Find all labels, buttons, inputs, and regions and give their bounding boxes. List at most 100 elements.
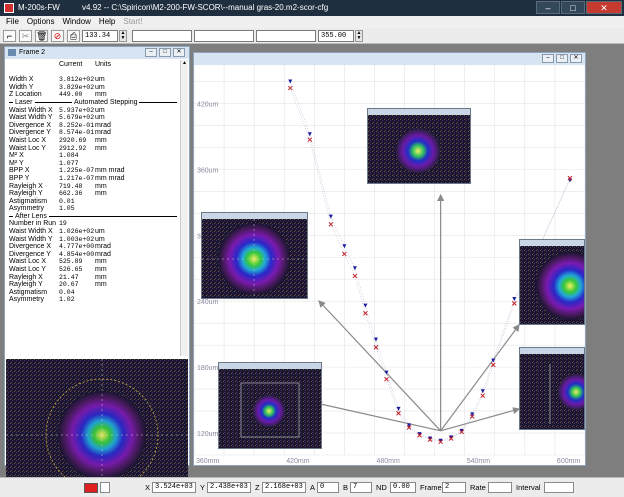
result-value: 21.47 <box>59 273 79 281</box>
result-label: Waist Loc X <box>9 136 47 144</box>
result-row: Divergence X 8.252e-01 mrad <box>9 122 179 130</box>
cut-icon[interactable]: ✂ <box>19 30 32 42</box>
result-label: Divergence Y <box>9 250 51 258</box>
result-label: Asymmetry <box>9 296 44 304</box>
plot-maximize-button[interactable]: □ <box>556 54 568 63</box>
result-unit: mrad <box>95 121 111 129</box>
empty-field-1[interactable] <box>132 30 192 42</box>
result-value: 1.084 <box>59 152 79 160</box>
result-value: 19 <box>59 220 67 228</box>
result-unit: mrad <box>95 250 111 258</box>
result-unit <box>95 205 139 213</box>
frame2-close-button[interactable]: ✕ <box>173 48 185 57</box>
thumbnail-frame-left <box>201 212 308 299</box>
result-label: M² Y <box>9 159 24 167</box>
x-tick-label: 600mm <box>557 458 581 465</box>
section-after-lens: After Lens <box>9 213 179 221</box>
app-icon <box>4 3 14 13</box>
minimize-button[interactable]: – <box>536 1 560 14</box>
maximize-button[interactable]: □ <box>561 1 585 14</box>
menu-file[interactable]: File <box>6 16 19 28</box>
result-label: Width X <box>9 76 34 84</box>
result-label: Waist Width Y <box>9 114 53 122</box>
result-unit <box>95 160 139 168</box>
frame2-title: Frame 2 <box>19 49 46 56</box>
results-scrollbar[interactable]: ▲ <box>180 60 188 356</box>
result-unit: um <box>95 228 105 236</box>
value-field-1[interactable]: 133.34 <box>82 30 118 42</box>
frame2-titlebar: Frame 2 – □ ✕ <box>5 47 189 59</box>
axis-tool-icon[interactable]: ⌐ <box>3 30 16 42</box>
result-row: Asymmetry 1.02 <box>9 296 179 304</box>
status-a-label: A <box>310 483 316 492</box>
result-value: 449.00 <box>59 91 83 99</box>
empty-field-2[interactable] <box>194 30 254 42</box>
result-unit: mm <box>95 136 107 144</box>
frame2-minimize-button[interactable]: – <box>145 48 157 57</box>
result-label: Divergence X <box>9 243 52 251</box>
thumbnail-frame-bottom-left <box>218 362 322 449</box>
col-current: Current <box>59 61 83 68</box>
title-bar: M-200s-FW v4.92 -- C:\Spiricon\M2-200-FW… <box>0 0 624 16</box>
x-tick-label: 540mm <box>467 458 491 465</box>
result-row: M² Y 1.077 <box>9 160 179 168</box>
result-label: Astigmatism <box>9 288 48 296</box>
result-row: Waist Width X 1.026e+02 um <box>9 228 179 236</box>
result-value: 1.225e-07 <box>59 167 95 175</box>
value-spinner-2[interactable]: ▲ ▼ <box>355 30 363 42</box>
status-empty-field <box>100 482 110 493</box>
menu-options[interactable]: Options <box>27 16 55 28</box>
result-unit <box>95 296 139 304</box>
result-row: BPP Y 1.217e-07 mm mrad <box>9 175 179 183</box>
result-value: 1.217e-07 <box>59 174 95 182</box>
result-row: Divergence Y 8.574e-01 mrad <box>9 129 179 137</box>
print-icon[interactable]: ⎙ <box>67 30 80 42</box>
result-label: Waist Width X <box>9 228 53 236</box>
plot-close-button[interactable]: ✕ <box>570 54 582 63</box>
stop-icon[interactable]: ⊘ <box>51 30 64 42</box>
menu-window[interactable]: Window <box>62 16 90 28</box>
value-spinner-1[interactable]: ▲ ▼ <box>119 30 127 42</box>
result-label: Waist Loc Y <box>9 266 46 274</box>
close-button[interactable]: ✕ <box>586 1 622 14</box>
result-row: Waist Loc Y 2912.92 mm <box>9 145 179 153</box>
menu-start[interactable]: Start! <box>123 16 142 28</box>
result-unit: um <box>95 114 105 122</box>
value-field-2[interactable]: 355.00 <box>318 30 354 42</box>
result-unit: mrad <box>95 129 111 137</box>
menu-help[interactable]: Help <box>99 16 115 28</box>
result-value: 1.02 <box>59 296 75 304</box>
result-row: Number in Run 19 <box>9 220 179 228</box>
frame2-maximize-button[interactable]: □ <box>159 48 171 57</box>
result-value: 3.829e+02 <box>59 83 95 91</box>
result-unit: mm <box>95 258 107 266</box>
status-nd-value: 0.00 <box>390 482 416 493</box>
result-row: Rayleigh X 719.48 mm <box>9 183 179 191</box>
result-value: 1.05 <box>59 205 75 213</box>
result-unit: mm <box>95 182 107 190</box>
frame2-window: Frame 2 – □ ✕ Current Units Width X 3.812… <box>4 46 190 497</box>
results-header: Current Units <box>9 61 179 69</box>
result-row: Waist Loc Y 526.65 mm <box>9 266 179 274</box>
caustic-plot: 360mm 420mm 480mm 540mm 600mm 120um 180um 240um… <box>193 65 586 465</box>
y-tick-label: 360um <box>197 167 219 174</box>
result-label: Divergence X <box>9 121 52 129</box>
result-row: Waist Width Y 1.003e+02 um <box>9 236 179 244</box>
result-value: 20.67 <box>59 281 79 289</box>
x-tick-label: 360mm <box>196 458 220 465</box>
result-value: 8.252e-01 <box>59 121 95 129</box>
results-table: Current Units Width X 3.812e+02 um Width Y3… <box>9 61 179 357</box>
result-row: Waist Loc X 2920.69 mm <box>9 137 179 145</box>
result-value: 0.04 <box>59 288 75 296</box>
empty-field-3[interactable] <box>256 30 316 42</box>
status-nd-label: ND <box>376 483 387 492</box>
result-unit <box>95 289 139 297</box>
delete-icon[interactable]: 🗑 <box>35 30 48 42</box>
plot-minimize-button[interactable]: – <box>542 54 554 63</box>
result-unit <box>95 198 139 206</box>
result-label: Asymmetry <box>9 205 44 213</box>
y-tick-label: 180um <box>197 365 219 372</box>
result-row: M² X 1.084 <box>9 152 179 160</box>
scroll-up-icon[interactable]: ▲ <box>181 60 188 66</box>
file-path: v4.92 -- C:\Spiricon\M2-200-FW-SCOR\--ma… <box>82 3 329 12</box>
